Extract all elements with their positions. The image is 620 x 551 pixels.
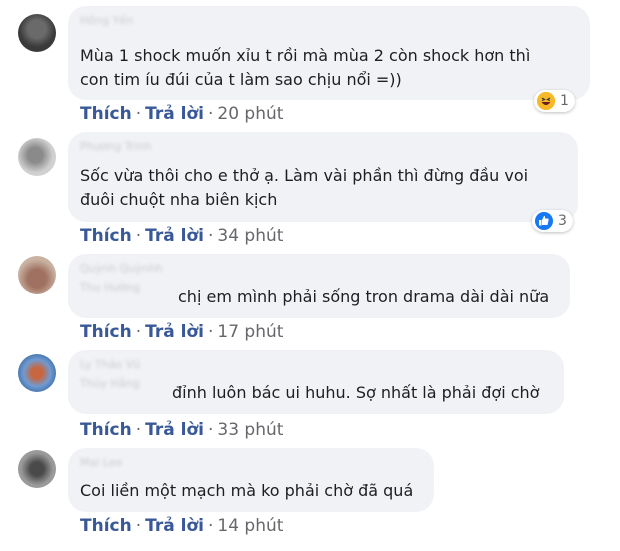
reaction-count[interactable]: 1 [534, 90, 575, 112]
reaction-number: 1 [560, 93, 569, 109]
separator-dot: · [207, 226, 214, 246]
comment-author[interactable]: Ly Thảo Vũ [80, 358, 140, 371]
comment-actions: Thích · Trả lời · 17 phút [80, 322, 283, 342]
separator-dot: · [207, 420, 214, 440]
separator-dot: · [135, 420, 142, 440]
comment-actions: Thích · Trả lời · 33 phút [80, 420, 283, 440]
comment-time[interactable]: 17 phút [217, 322, 283, 342]
comment-time[interactable]: 14 phút [217, 516, 283, 536]
separator-dot: · [135, 516, 142, 536]
avatar[interactable] [18, 450, 56, 488]
like-action[interactable]: Thích [80, 104, 132, 124]
separator-dot: · [207, 322, 214, 342]
haha-emoji-icon [537, 92, 555, 110]
comment-bubble: Hồng Yến Mùa 1 shock muốn xỉu t rồi mà m… [68, 6, 590, 100]
comment-actions: Thích · Trả lời · 14 phút [80, 516, 283, 536]
separator-dot: · [207, 104, 214, 124]
comment-time[interactable]: 20 phút [217, 104, 283, 124]
separator-dot: · [135, 104, 142, 124]
like-thumb-icon [535, 212, 553, 230]
comment-time[interactable]: 33 phút [217, 420, 283, 440]
like-action[interactable]: Thích [80, 322, 132, 342]
comment-time[interactable]: 34 phút [217, 226, 283, 246]
comment-author[interactable]: Hồng Yến [80, 14, 133, 27]
tagged-user[interactable]: Thu Hường [80, 281, 140, 294]
comment-bubble: Quỳnh Quỳnhh Thu Hường chị em mình phải … [68, 254, 570, 318]
like-action[interactable]: Thích [80, 420, 132, 440]
comment-author[interactable]: Quỳnh Quỳnhh [80, 262, 163, 275]
comment-author[interactable]: Mai Lee [80, 456, 122, 469]
comment-text-line: Sốc vừa thôi cho e thở ạ. Làm vài phần t… [80, 166, 529, 185]
comment-text-line: chị em mình phải sống tron drama dài dài… [178, 287, 550, 306]
comment-text-line: con tim íu đúi của t làm sao chịu nổi =)… [80, 70, 402, 89]
reply-action[interactable]: Trả lời [145, 104, 204, 124]
comment-bubble: Ly Thảo Vũ Thùy Hằng đỉnh luôn bác ui hu… [68, 350, 564, 414]
comment-actions: Thích · Trả lời · 20 phút [80, 104, 283, 124]
comment-text-line: Mùa 1 shock muốn xỉu t rồi mà mùa 2 còn … [80, 46, 531, 65]
comment-author[interactable]: Phương Trinh [80, 140, 151, 153]
comment-bubble: Mai Lee Coi liền một mạch mà ko phải chờ… [68, 448, 434, 512]
reply-action[interactable]: Trả lời [145, 420, 204, 440]
reply-action[interactable]: Trả lời [145, 516, 204, 536]
avatar[interactable] [18, 14, 56, 52]
avatar[interactable] [18, 138, 56, 176]
like-action[interactable]: Thích [80, 516, 132, 536]
comment-text-line: đỉnh luôn bác ui huhu. Sợ nhất là phải đ… [172, 383, 540, 402]
separator-dot: · [135, 322, 142, 342]
separator-dot: · [207, 516, 214, 536]
like-action[interactable]: Thích [80, 226, 132, 246]
avatar[interactable] [18, 256, 56, 294]
comment-actions: Thích · Trả lời · 34 phút [80, 226, 283, 246]
comment-text-line: Coi liền một mạch mà ko phải chờ đã quá [80, 481, 414, 500]
separator-dot: · [135, 226, 142, 246]
tagged-user[interactable]: Thùy Hằng [80, 377, 140, 390]
avatar[interactable] [18, 354, 56, 392]
reaction-number: 3 [558, 213, 567, 229]
comment-bubble: Phương Trinh Sốc vừa thôi cho e thở ạ. L… [68, 132, 578, 222]
reaction-count[interactable]: 3 [532, 210, 573, 232]
comment-text-line: đuôi chuột nha biên kịch [80, 190, 278, 209]
reply-action[interactable]: Trả lời [145, 322, 204, 342]
reply-action[interactable]: Trả lời [145, 226, 204, 246]
